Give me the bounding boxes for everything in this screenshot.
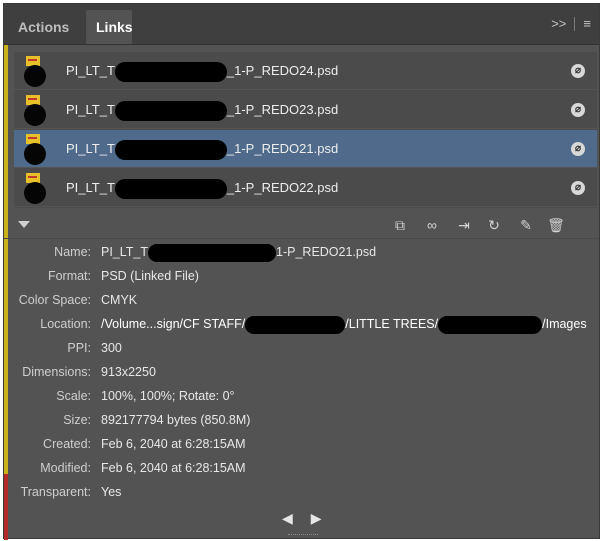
info-modified: Modified: Feb 6, 2040 at 6:28:15AM: [4, 456, 599, 480]
links-list: PI_LT_T _1-P_REDO24.psd ⌀ PI_LT_T _1-P_RED…: [14, 52, 597, 208]
size-value: 892177794 bytes (850.8M): [101, 413, 251, 427]
panel-controls: >> ≡: [551, 16, 591, 31]
linked-status-icon: ⌀: [571, 103, 585, 117]
linked-status-icon: ⌀: [571, 64, 585, 78]
modified-label: Modified:: [40, 461, 91, 475]
info-format: Format: PSD (Linked File): [4, 264, 599, 288]
scale-value: 100%, 100%; Rotate: 0°: [101, 389, 235, 403]
format-label: Format:: [47, 269, 91, 283]
redaction: [438, 315, 543, 334]
filename-prefix: PI_LT_T: [66, 63, 115, 78]
name-suffix: 1-P_REDO21.psd: [276, 245, 377, 259]
expand-panel-icon[interactable]: >>: [551, 16, 566, 31]
name-prefix: PI_LT_T: [101, 245, 149, 259]
link-thumbnail-icon: [22, 56, 48, 88]
info-created: Created: Feb 6, 2040 at 6:28:15AM: [4, 432, 599, 456]
tab-actions[interactable]: Actions: [12, 10, 84, 44]
link-filename: PI_LT_T _1-P_REDO23.psd: [66, 91, 338, 129]
location-part: /LITTLE TREES/: [345, 317, 439, 331]
links-toolbar: ⧉ ∞ ⇥ ↻ ✎ 🗑: [4, 212, 599, 239]
previous-link-icon[interactable]: ◀: [282, 510, 293, 527]
panel-tab-bar: Actions Links >> ≡: [4, 4, 599, 45]
ppi-label: PPI:: [67, 341, 91, 355]
redaction: [114, 178, 227, 199]
link-row-redo21[interactable]: PI_LT_T _1-P_REDO21.psd ⌀: [14, 130, 597, 168]
color-space-label: Color Space:: [18, 293, 91, 307]
redaction: [114, 100, 227, 121]
divider: [574, 16, 576, 31]
ppi-value: 300: [101, 341, 122, 355]
format-value: PSD (Linked File): [101, 269, 199, 283]
relink-from-cc-icon[interactable]: ⧉: [390, 216, 410, 234]
location-part: /Images: [542, 317, 587, 331]
go-to-link-icon[interactable]: ⇥: [454, 216, 474, 234]
link-filename: PI_LT_T _1-P_REDO22.psd: [66, 169, 338, 207]
link-thumbnail-icon: [22, 95, 48, 127]
link-row-redo24[interactable]: PI_LT_T _1-P_REDO24.psd ⌀: [14, 52, 597, 90]
scale-label: Scale:: [56, 389, 91, 403]
location-part: /Volume...sign/CF STAFF/: [101, 317, 246, 331]
created-label: Created:: [43, 437, 91, 451]
resize-grip[interactable]: [288, 534, 318, 538]
linked-status-icon: ⌀: [571, 142, 585, 156]
info-pager: ◀ ▶: [282, 510, 322, 527]
update-link-icon[interactable]: ↻: [484, 216, 504, 234]
redaction: [245, 315, 346, 334]
info-name: Name: PI_LT_T 1-P_REDO21.psd: [4, 240, 599, 264]
edit-original-icon[interactable]: ✎: [516, 216, 536, 234]
dimensions-label: Dimensions:: [22, 365, 91, 379]
link-filename: PI_LT_T _1-P_REDO24.psd: [66, 52, 338, 90]
collapse-info-triangle-icon[interactable]: [18, 221, 30, 228]
filename-prefix: PI_LT_T: [66, 180, 115, 195]
redaction: [148, 243, 277, 262]
tab-links[interactable]: Links: [86, 10, 133, 44]
link-thumbnail-icon: [22, 173, 48, 205]
link-thumbnail-icon: [22, 134, 48, 166]
transparent-label: Transparent:: [20, 485, 91, 499]
info-size: Size: 892177794 bytes (850.8M): [4, 408, 599, 432]
filename-suffix: _1-P_REDO21.psd: [226, 141, 339, 156]
link-filename: PI_LT_T _1-P_REDO21.psd: [66, 130, 338, 168]
redaction: [114, 61, 227, 82]
filename-suffix: _1-P_REDO23.psd: [226, 102, 339, 117]
info-dimensions: Dimensions: 913x2250: [4, 360, 599, 384]
created-value: Feb 6, 2040 at 6:28:15AM: [101, 437, 246, 451]
filename-prefix: PI_LT_T: [66, 102, 115, 117]
links-panel: Actions Links >> ≡ PI_LT_T _1-P_REDO24.ps…: [3, 3, 600, 540]
info-location: Location: /Volume...sign/CF STAFF/ /LITTL…: [4, 312, 599, 336]
dimensions-value: 913x2250: [101, 365, 156, 379]
info-transparent: Transparent: Yes: [4, 480, 599, 504]
relink-icon[interactable]: ∞: [422, 216, 442, 234]
link-row-redo23[interactable]: PI_LT_T _1-P_REDO23.psd ⌀: [14, 91, 597, 129]
trash-icon[interactable]: 🗑: [546, 216, 566, 234]
transparent-value: Yes: [101, 485, 122, 499]
color-space-value: CMYK: [101, 293, 138, 307]
linked-status-icon: ⌀: [571, 181, 585, 195]
info-scale: Scale: 100%, 100%; Rotate: 0°: [4, 384, 599, 408]
location-value[interactable]: /Volume...sign/CF STAFF/ /LITTLE TREES/ /I…: [101, 312, 587, 336]
size-label: Size:: [63, 413, 91, 427]
filename-suffix: _1-P_REDO24.psd: [226, 63, 339, 78]
redaction: [114, 139, 227, 160]
filename-prefix: PI_LT_T: [66, 141, 115, 156]
panel-menu-icon[interactable]: ≡: [583, 16, 591, 31]
info-ppi: PPI: 300: [4, 336, 599, 360]
link-row-redo22[interactable]: PI_LT_T _1-P_REDO22.psd ⌀: [14, 169, 597, 207]
next-link-icon[interactable]: ▶: [311, 510, 322, 527]
name-value: PI_LT_T 1-P_REDO21.psd: [101, 240, 376, 264]
filename-suffix: _1-P_REDO22.psd: [226, 180, 339, 195]
location-label: Location:: [40, 317, 91, 331]
modified-value: Feb 6, 2040 at 6:28:15AM: [101, 461, 246, 475]
info-color-space: Color Space: CMYK: [4, 288, 599, 312]
name-label: Name:: [54, 245, 91, 259]
